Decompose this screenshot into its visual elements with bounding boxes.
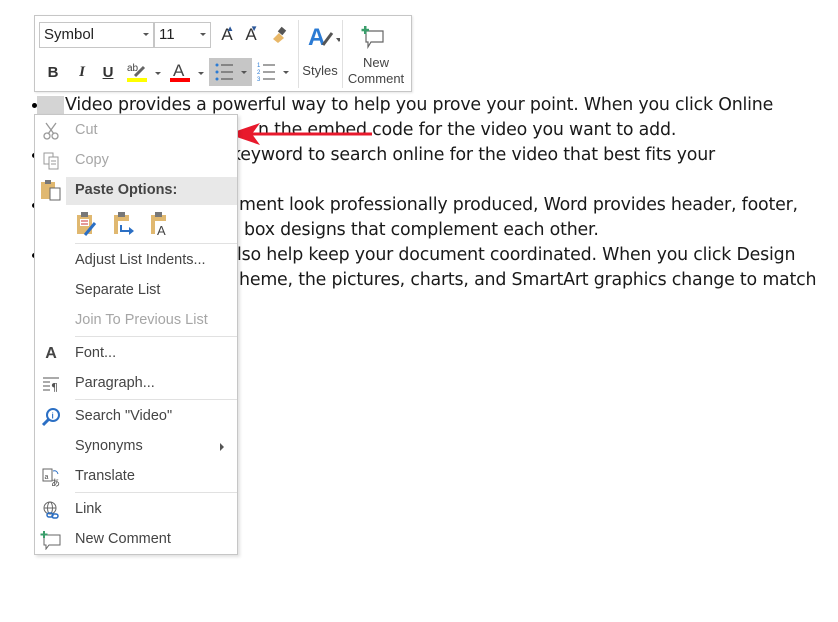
- bullets-button[interactable]: [209, 58, 252, 86]
- menu-item-label: Join To Previous List: [75, 312, 208, 328]
- paste-merge-formatting-button[interactable]: [112, 211, 136, 237]
- highlight-button[interactable]: ab: [125, 60, 149, 84]
- copy-icon: [40, 151, 62, 171]
- menu-item-label: Adjust List Indents...: [75, 252, 206, 268]
- svg-text:a: a: [45, 474, 49, 481]
- paragraph-icon: ¶: [40, 374, 62, 394]
- menu-item-paragraph[interactable]: ¶ Paragraph...: [35, 370, 237, 398]
- paste-keep-source-formatting-button[interactable]: [75, 211, 99, 237]
- paste-merge-formatting-icon: [114, 212, 134, 235]
- doc-line: Video provides a powerful way to help yo…: [65, 95, 774, 115]
- grow-font-button[interactable]: A ▲: [217, 24, 237, 46]
- numbering-icon: 1 2 3: [257, 63, 289, 83]
- format-painter-icon: [273, 26, 287, 43]
- new-comment-toolbar-button[interactable]: [360, 24, 388, 50]
- paste-keep-formatting-icon: [77, 212, 97, 236]
- menu-item-label: Cut: [75, 122, 98, 138]
- font-name-value: Symbol: [44, 26, 95, 43]
- paste-text-only-icon: A: [151, 212, 166, 238]
- italic-button[interactable]: I: [73, 61, 91, 83]
- font-name-combo[interactable]: Symbol: [39, 22, 154, 48]
- menu-item-link[interactable]: Link: [35, 496, 237, 524]
- scissors-icon: [40, 121, 62, 141]
- highlight-icon: ab: [127, 63, 147, 82]
- doc-line: box designs that complement each other.: [244, 220, 599, 240]
- menu-separator: [75, 492, 237, 493]
- bold-button[interactable]: B: [44, 61, 62, 83]
- svg-text:3: 3: [257, 77, 261, 83]
- menu-separator: [75, 336, 237, 337]
- submenu-arrow-icon: [220, 443, 224, 451]
- svg-text:A: A: [308, 24, 325, 51]
- link-icon: [40, 500, 62, 520]
- font-icon: A: [45, 345, 57, 362]
- svg-text:A: A: [157, 223, 166, 237]
- svg-text:A: A: [173, 61, 185, 80]
- new-comment-icon: [361, 26, 384, 50]
- menu-item-new-comment[interactable]: New Comment: [35, 526, 237, 554]
- styles-icon: A: [308, 24, 340, 51]
- mini-toolbar: Symbol 11 A ▲ A ▼ A Styles New Comment B…: [34, 15, 412, 92]
- format-painter-button[interactable]: [269, 24, 291, 46]
- clipboard-icon: [40, 179, 62, 201]
- menu-item-separate-list[interactable]: Separate List: [35, 277, 237, 305]
- menu-item-label: Translate: [75, 468, 135, 484]
- context-menu: Cut Copy Paste Options: A Adjust List In…: [34, 114, 238, 555]
- font-color-button[interactable]: A: [169, 60, 191, 84]
- underline-button[interactable]: U: [99, 61, 117, 83]
- new-comment-label-line2: Comment: [347, 71, 405, 86]
- font-color-icon: A: [170, 61, 190, 82]
- highlight-dropdown-arrow[interactable]: [155, 72, 161, 75]
- font-color-dropdown-arrow[interactable]: [198, 72, 204, 75]
- selection-highlight: [37, 96, 64, 116]
- menu-item-adjust-list-indents[interactable]: Adjust List Indents...: [35, 247, 237, 275]
- doc-line: lso help keep your document coordinated.…: [237, 245, 796, 265]
- menu-item-join-to-previous-list[interactable]: Join To Previous List: [35, 307, 237, 335]
- svg-text:i: i: [52, 412, 54, 421]
- menu-item-label: Search "Video": [75, 408, 173, 424]
- menu-item-copy[interactable]: Copy: [35, 147, 237, 175]
- svg-text:1: 1: [257, 63, 261, 69]
- styles-label[interactable]: Styles: [299, 63, 341, 79]
- svg-text:あ: あ: [51, 478, 60, 487]
- menu-item-label: Separate List: [75, 282, 161, 298]
- menu-item-synonyms[interactable]: Synonyms: [35, 433, 237, 461]
- font-size-combo[interactable]: 11: [154, 22, 211, 48]
- menu-item-label: Copy: [75, 152, 109, 168]
- bullets-icon: [215, 63, 247, 81]
- new-comment-icon: [40, 530, 62, 550]
- paste-options-header: Paste Options:: [66, 177, 237, 205]
- svg-text:¶: ¶: [51, 381, 58, 393]
- translate-icon: aあ: [40, 467, 62, 487]
- menu-separator: [75, 399, 237, 400]
- paste-options-label: Paste Options:: [75, 182, 178, 198]
- menu-item-label: New Comment: [75, 531, 171, 547]
- menu-item-label: Synonyms: [75, 438, 143, 454]
- chevron-down-icon[interactable]: [200, 33, 206, 36]
- new-comment-label[interactable]: New Comment: [343, 55, 409, 87]
- new-comment-label-line1: New: [362, 55, 389, 70]
- font-size-value: 11: [159, 26, 175, 43]
- numbering-button[interactable]: 1 2 3: [255, 58, 295, 86]
- menu-item-label: Font...: [75, 345, 117, 361]
- shrink-font-button[interactable]: A ▼: [241, 24, 261, 46]
- smart-lookup-icon: i: [40, 407, 62, 427]
- menu-item-translate[interactable]: aあ Translate: [35, 463, 237, 491]
- doc-line: heme, the pictures, charts, and SmartArt…: [239, 270, 817, 290]
- menu-separator: [75, 243, 237, 244]
- annotation-arrow: [228, 123, 372, 145]
- paste-keep-text-only-button[interactable]: A: [149, 211, 173, 238]
- menu-item-label: Paragraph...: [75, 375, 155, 391]
- chevron-down-icon[interactable]: [143, 33, 149, 36]
- menu-item-cut[interactable]: Cut: [35, 117, 237, 145]
- svg-text:2: 2: [257, 70, 261, 76]
- menu-item-search[interactable]: i Search "Video": [35, 403, 237, 431]
- doc-line: ment look professionally produced, Word …: [239, 195, 798, 215]
- doc-line: keyword to search online for the video t…: [231, 145, 715, 165]
- menu-item-label: Link: [75, 501, 102, 517]
- list-bullet: [32, 103, 37, 108]
- styles-button[interactable]: A: [304, 22, 342, 52]
- menu-item-font[interactable]: A Font...: [35, 340, 237, 368]
